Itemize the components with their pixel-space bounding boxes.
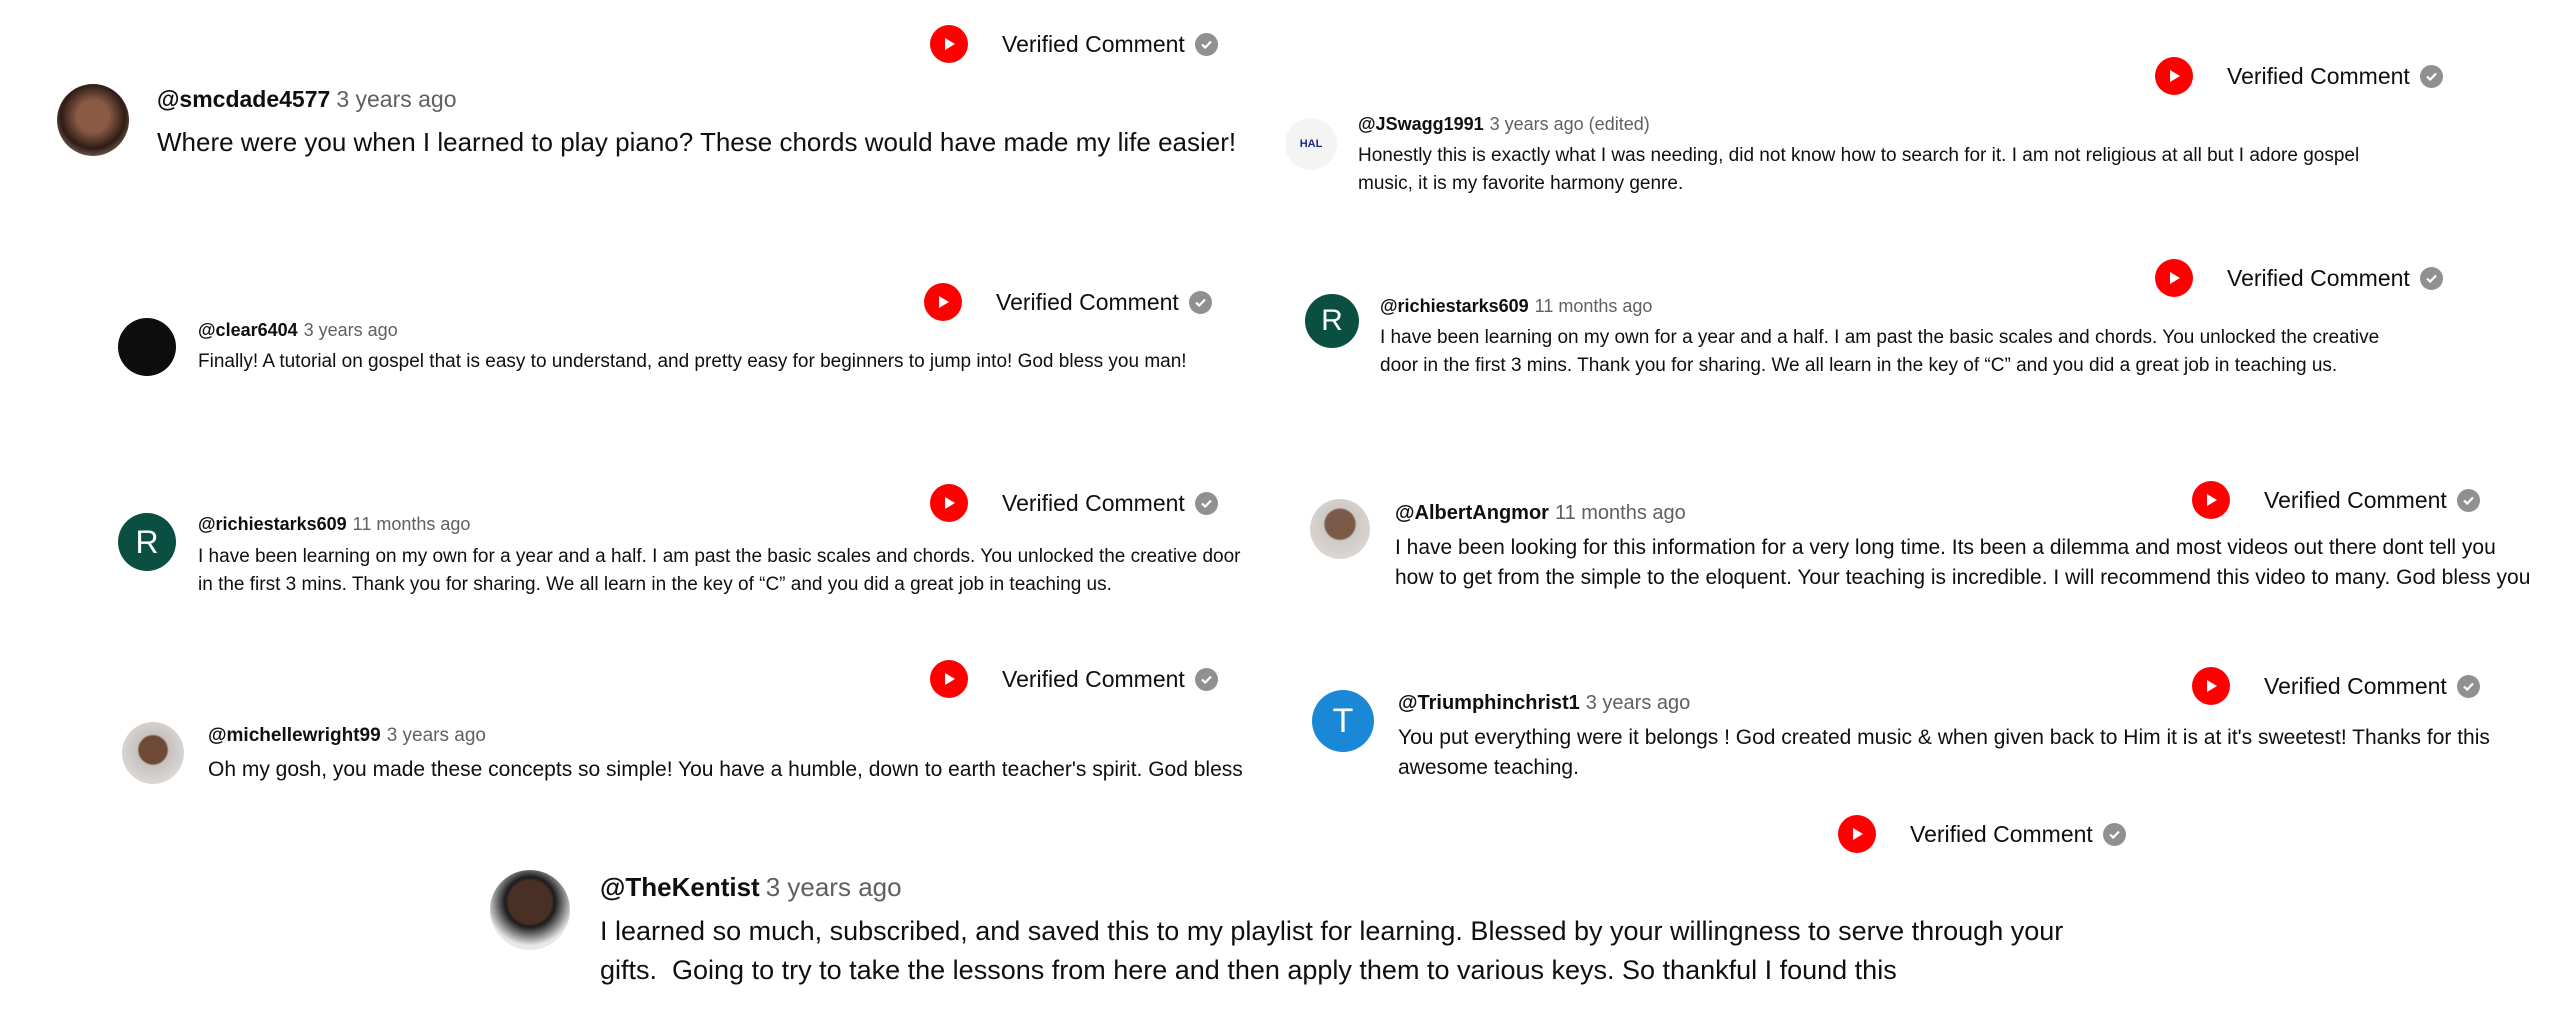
author-handle[interactable]: @richiestarks609	[198, 514, 347, 534]
verified-badge: Verified Comment	[930, 660, 1218, 698]
comment-time[interactable]: 3 years ago (edited)	[1490, 114, 1650, 134]
comment-text: Finally! A tutorial on gospel that is ea…	[198, 351, 1187, 372]
comment-text: I learned so much, subscribed, and saved…	[600, 916, 2071, 986]
youtube-play-icon	[930, 660, 968, 698]
comment-header: @TheKentist 3 years ago	[600, 872, 902, 903]
author-handle[interactable]: @clear6404	[198, 320, 298, 340]
verified-label: Verified Comment	[2227, 62, 2410, 89]
comment-text: I have been looking for this information…	[1395, 536, 2531, 590]
verified-badge: Verified Comment	[1838, 815, 2126, 853]
youtube-play-icon	[924, 283, 962, 321]
avatar-letter: T	[1332, 701, 1354, 740]
comment-text: Oh my gosh, you made these concepts so s…	[208, 758, 1243, 781]
comment-text: Where were you when I learned to play pi…	[157, 127, 1237, 157]
avatar[interactable]: T	[1312, 690, 1374, 752]
avatar-logo: HAL	[1299, 138, 1323, 150]
author-handle[interactable]: @richiestarks609	[1380, 296, 1529, 316]
author-handle[interactable]: @Triumphinchrist1	[1398, 692, 1580, 714]
comment-time[interactable]: 3 years ago	[304, 320, 398, 340]
avatar-letter: R	[135, 523, 159, 560]
comment-time[interactable]: 3 years ago	[1586, 692, 1691, 714]
youtube-play-icon	[2155, 259, 2193, 297]
author-handle[interactable]: @AlbertAngmor	[1395, 502, 1549, 524]
comment-text: You put everything were it belongs ! God…	[1398, 726, 2490, 780]
author-handle[interactable]: @TheKentist	[600, 872, 760, 902]
comment-header: @AlbertAngmor 11 months ago	[1395, 502, 1686, 525]
check-circle-icon	[2456, 488, 2480, 512]
check-circle-icon	[2419, 64, 2443, 88]
verified-badge: Verified Comment	[930, 484, 1218, 522]
verified-label: Verified Comment	[1910, 820, 2093, 847]
youtube-play-icon	[2192, 667, 2230, 705]
youtube-play-icon	[2155, 57, 2193, 95]
author-handle[interactable]: @JSwagg1991	[1358, 114, 1484, 134]
check-circle-icon	[1194, 491, 1218, 515]
check-circle-icon	[2456, 674, 2480, 698]
comment-header: @Triumphinchrist1 3 years ago	[1398, 692, 1690, 715]
comment-text: Honestly this is exactly what I was need…	[1358, 145, 2360, 194]
author-handle[interactable]: @michellewright99	[208, 725, 381, 746]
avatar[interactable]: HAL	[1285, 118, 1337, 170]
check-circle-icon	[2419, 266, 2443, 290]
verified-label: Verified Comment	[2227, 264, 2410, 291]
verified-badge: Verified Comment	[2192, 667, 2480, 705]
avatar[interactable]	[118, 318, 176, 376]
verified-label: Verified Comment	[2264, 486, 2447, 513]
avatar[interactable]	[1310, 499, 1370, 559]
youtube-play-icon	[930, 484, 968, 522]
author-handle[interactable]: @smcdade4577	[157, 86, 330, 112]
verified-badge: Verified Comment	[2155, 57, 2443, 95]
avatar[interactable]: R	[1305, 294, 1359, 348]
comment-time[interactable]: 11 months ago	[1555, 502, 1686, 524]
check-circle-icon	[1194, 667, 1218, 691]
comment-header: @clear6404 3 years ago	[198, 320, 398, 341]
verified-label: Verified Comment	[1002, 665, 1185, 692]
comment-time[interactable]: 3 years ago	[766, 872, 902, 902]
verified-label: Verified Comment	[996, 288, 1179, 315]
verified-badge: Verified Comment	[2155, 259, 2443, 297]
avatar[interactable]	[490, 870, 570, 950]
comment-header: @JSwagg1991 3 years ago (edited)	[1358, 114, 1650, 135]
avatar[interactable]: R	[118, 513, 176, 571]
comment-header: @richiestarks609 11 months ago	[1380, 296, 1652, 317]
comment-header: @richiestarks609 11 months ago	[198, 514, 470, 535]
check-circle-icon	[1188, 290, 1212, 314]
comment-time[interactable]: 11 months ago	[353, 514, 471, 534]
verified-badge: Verified Comment	[924, 283, 1212, 321]
verified-badge: Verified Comment	[930, 25, 1218, 63]
avatar[interactable]	[57, 84, 129, 156]
check-circle-icon	[2102, 822, 2126, 846]
verified-label: Verified Comment	[2264, 672, 2447, 699]
comment-time[interactable]: 3 years ago	[387, 725, 486, 746]
verified-label: Verified Comment	[1002, 489, 1185, 516]
comment-text: I have been learning on my own for a yea…	[1380, 327, 2380, 376]
comment-time[interactable]: 11 months ago	[1535, 296, 1653, 316]
youtube-play-icon	[930, 25, 968, 63]
check-circle-icon	[1194, 32, 1218, 56]
comment-text: I have been learning on my own for a yea…	[198, 546, 1241, 595]
comment-time[interactable]: 3 years ago	[336, 86, 456, 112]
youtube-play-icon	[1838, 815, 1876, 853]
avatar-letter: R	[1321, 304, 1343, 337]
youtube-play-icon	[2192, 481, 2230, 519]
verified-label: Verified Comment	[1002, 30, 1185, 57]
comment-header: @michellewright99 3 years ago	[208, 725, 486, 747]
comment-header: @smcdade4577 3 years ago	[157, 86, 457, 113]
avatar[interactable]	[122, 722, 184, 784]
verified-badge: Verified Comment	[2192, 481, 2480, 519]
